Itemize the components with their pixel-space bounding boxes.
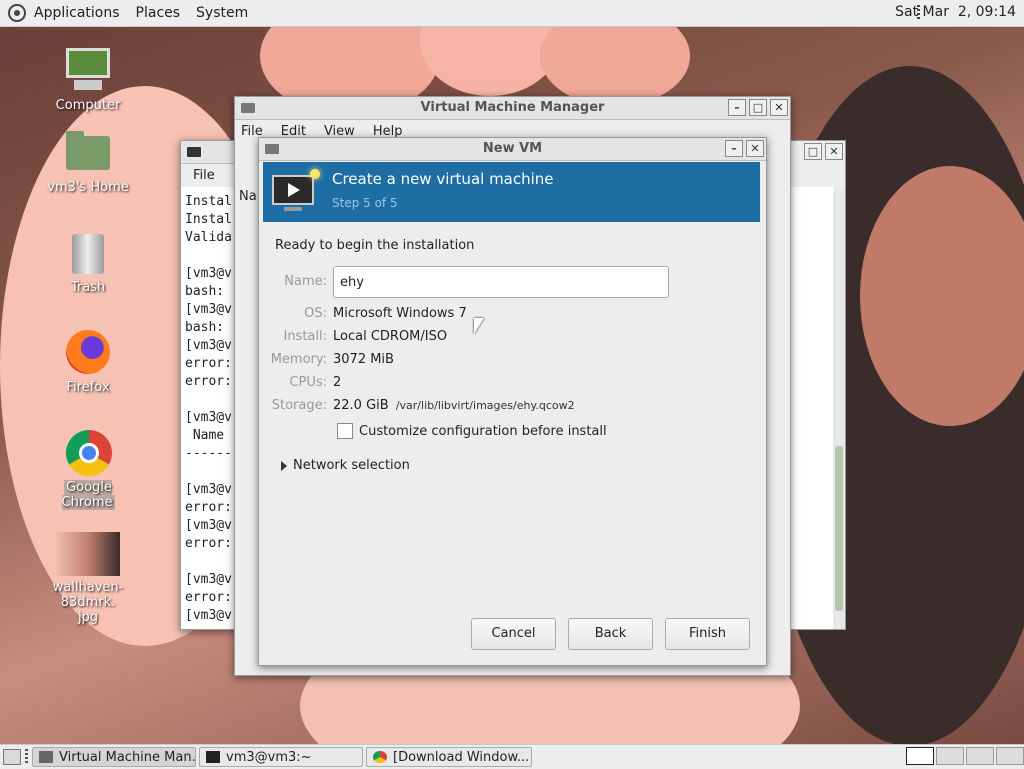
- task-label: [Download Window...: [393, 749, 530, 765]
- desktop-icon-home[interactable]: vm3's Home: [38, 128, 138, 195]
- terminal-icon: [187, 147, 201, 157]
- terminal-task-icon: [206, 751, 220, 763]
- wizard-banner: Create a new virtual machine Step 5 of 5: [263, 162, 760, 222]
- desktop-icon-firefox[interactable]: Firefox: [38, 328, 138, 395]
- install-label: Install:: [283, 329, 327, 344]
- desktop-icon-trash[interactable]: Trash: [38, 228, 138, 295]
- terminal-menu-file[interactable]: File: [193, 168, 215, 183]
- network-selection-label[interactable]: Network selection: [293, 458, 410, 473]
- task-label: vm3@vm3:~: [226, 749, 312, 765]
- mouse-cursor-icon: [474, 318, 484, 334]
- install-value: Local CDROM/ISO: [333, 329, 448, 344]
- network-selection-expander[interactable]: Network selection: [281, 458, 410, 473]
- name-label: Name:: [284, 274, 327, 289]
- desktop-icon-label: Firefox: [66, 380, 110, 395]
- task-label: Virtual Machine Man...: [59, 749, 196, 765]
- maximize-button[interactable]: □: [804, 143, 822, 160]
- desktop-icon-label: Google Chrome: [61, 480, 115, 510]
- storage-label: Storage:: [271, 398, 327, 413]
- storage-size: 22.0 GiB: [333, 398, 389, 413]
- firefox-icon: [64, 328, 112, 376]
- ready-heading: Ready to begin the installation: [275, 238, 475, 253]
- vmm-list-area[interactable]: [791, 187, 833, 629]
- desktop-icon-chrome[interactable]: Google Chrome: [38, 428, 138, 510]
- desktop-icon-label: wallhaven-83dmrk. jpg: [52, 580, 124, 625]
- os-label: OS:: [304, 306, 327, 321]
- task-terminal[interactable]: vm3@vm3:~: [199, 747, 363, 767]
- new-vm-monitor-icon: [272, 169, 320, 211]
- new-vm-dialog[interactable]: New VM – ✕ Create a new virtual machine …: [258, 137, 767, 666]
- minimize-button[interactable]: –: [728, 99, 746, 116]
- places-menu[interactable]: Places: [128, 5, 189, 21]
- workspace-4[interactable]: [996, 747, 1024, 765]
- banner-step: Step 5 of 5: [332, 196, 398, 210]
- desktop-icon-label: vm3's Home: [47, 180, 129, 195]
- expander-arrow-icon: [281, 460, 287, 471]
- vmm-task-icon: [39, 751, 53, 763]
- os-value: Microsoft Windows 7: [333, 306, 467, 321]
- clock[interactable]: Sat Mar 2, 09:14: [895, 4, 1016, 20]
- minimize-button[interactable]: –: [725, 140, 743, 157]
- workspace-2[interactable]: [936, 747, 964, 765]
- storage-path: /var/lib/libvirt/images/ehy.qcow2: [395, 399, 575, 412]
- cpus-value: 2: [333, 375, 342, 390]
- vmm-right-pane: □ ✕: [790, 140, 846, 630]
- workspace-3[interactable]: [966, 747, 994, 765]
- bottom-taskbar: Virtual Machine Man... vm3@vm3:~ [Downlo…: [0, 744, 1024, 769]
- chrome-icon: [64, 428, 112, 476]
- home-folder-icon: [64, 128, 112, 176]
- memory-label: Memory:: [270, 352, 327, 367]
- computer-icon: [64, 46, 112, 94]
- close-button[interactable]: ✕: [746, 140, 764, 157]
- distro-logo-icon[interactable]: [8, 4, 26, 22]
- top-panel: Applications Places System Sat Mar 2, 09…: [0, 0, 1024, 27]
- vmm-window-icon: [241, 103, 255, 113]
- wallpaper-shape: [420, 26, 560, 96]
- name-input[interactable]: [333, 266, 669, 298]
- vmm-titlebar[interactable]: Virtual Machine Manager – □ ✕: [235, 97, 790, 120]
- image-file-icon: [56, 528, 120, 576]
- task-chrome[interactable]: [Download Window...: [366, 747, 532, 767]
- maximize-button[interactable]: □: [749, 99, 767, 116]
- close-button[interactable]: ✕: [825, 143, 843, 160]
- show-desktop-icon[interactable]: [3, 749, 21, 765]
- taskbar-grip: [25, 749, 28, 765]
- workspace-1[interactable]: [906, 747, 934, 765]
- close-button[interactable]: ✕: [770, 99, 788, 116]
- finish-button[interactable]: Finish: [665, 618, 750, 650]
- customize-checkbox-row[interactable]: Customize configuration before install: [337, 423, 607, 439]
- scrollbar-thumb[interactable]: [835, 446, 843, 611]
- desktop-icon-image[interactable]: wallhaven-83dmrk. jpg: [38, 528, 138, 625]
- system-menu[interactable]: System: [188, 5, 256, 21]
- back-button[interactable]: Back: [568, 618, 653, 650]
- storage-value-group: 22.0 GiB /var/lib/libvirt/images/ehy.qco…: [333, 398, 575, 413]
- task-vmm[interactable]: Virtual Machine Man...: [32, 747, 196, 767]
- dialog-window-icon: [265, 144, 279, 154]
- chrome-task-icon: [373, 751, 387, 763]
- desktop-icon-label: Computer: [55, 98, 121, 113]
- cancel-button[interactable]: Cancel: [471, 618, 556, 650]
- banner-title: Create a new virtual machine: [332, 170, 554, 188]
- vmm-title: Virtual Machine Manager: [420, 100, 605, 115]
- customize-checkbox[interactable]: [337, 423, 353, 439]
- workspace-switcher[interactable]: [904, 747, 1024, 765]
- wallpaper-shape: [540, 26, 690, 106]
- applications-menu[interactable]: Applications: [26, 5, 128, 21]
- cpus-label: CPUs:: [289, 375, 327, 390]
- trash-icon: [64, 228, 112, 276]
- vmm-column-header[interactable]: Na: [239, 189, 257, 204]
- dialog-titlebar[interactable]: New VM – ✕: [259, 138, 766, 161]
- memory-value: 3072 MiB: [333, 352, 394, 367]
- dialog-title: New VM: [482, 141, 543, 156]
- customize-label[interactable]: Customize configuration before install: [359, 424, 607, 439]
- desktop-icon-computer[interactable]: Computer: [38, 46, 138, 113]
- desktop-icon-label: Trash: [70, 280, 106, 295]
